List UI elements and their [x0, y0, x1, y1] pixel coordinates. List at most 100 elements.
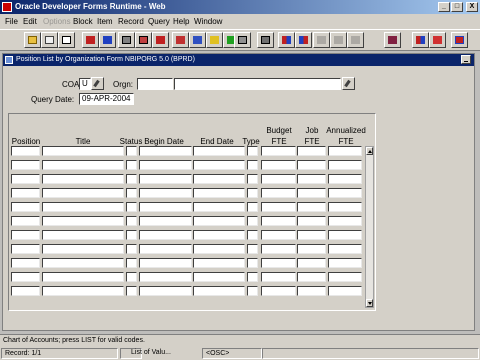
begin-date-cell[interactable]: [139, 286, 192, 296]
position-cell[interactable]: [11, 146, 40, 156]
title-cell[interactable]: [42, 216, 124, 226]
position-cell[interactable]: [11, 286, 40, 296]
annualized-fte-cell[interactable]: [328, 230, 362, 240]
menu-query[interactable]: Query: [148, 17, 170, 26]
type-cell[interactable]: [247, 272, 258, 282]
type-cell[interactable]: [247, 230, 258, 240]
annualized-fte-cell[interactable]: [328, 258, 362, 268]
query-date-field[interactable]: 09-APR-2004: [79, 93, 134, 105]
job-fte-cell[interactable]: [297, 286, 326, 296]
end-date-cell[interactable]: [193, 230, 245, 240]
title-cell[interactable]: [42, 230, 124, 240]
job-fte-cell[interactable]: [297, 230, 326, 240]
title-cell[interactable]: [42, 146, 124, 156]
enter-query-button[interactable]: [135, 32, 152, 48]
end-date-cell[interactable]: [193, 258, 245, 268]
menu-record[interactable]: Record: [118, 17, 144, 26]
type-cell[interactable]: [247, 202, 258, 212]
job-fte-cell[interactable]: [297, 244, 326, 254]
position-cell[interactable]: [11, 216, 40, 226]
menu-item[interactable]: Item: [97, 17, 113, 26]
insert-record-button[interactable]: [172, 32, 189, 48]
annualized-fte-cell[interactable]: [328, 216, 362, 226]
position-cell[interactable]: [11, 244, 40, 254]
end-date-cell[interactable]: [193, 174, 245, 184]
next-block-button[interactable]: [295, 32, 312, 48]
status-cell[interactable]: [126, 286, 137, 296]
begin-date-cell[interactable]: [139, 216, 192, 226]
options-button[interactable]: [429, 32, 446, 48]
status-cell[interactable]: [126, 160, 137, 170]
title-cell[interactable]: [42, 244, 124, 254]
position-cell[interactable]: [11, 230, 40, 240]
budget-fte-cell[interactable]: [261, 272, 296, 282]
lock-record-button[interactable]: [206, 32, 223, 48]
copy-button[interactable]: [99, 32, 116, 48]
annualized-fte-cell[interactable]: [328, 174, 362, 184]
job-fte-cell[interactable]: [297, 202, 326, 212]
type-cell[interactable]: [247, 258, 258, 268]
print-button[interactable]: [41, 32, 58, 48]
type-cell[interactable]: [247, 216, 258, 226]
menu-block[interactable]: Block: [73, 17, 93, 26]
remove-record-button[interactable]: [189, 32, 206, 48]
prev-block-button[interactable]: [278, 32, 295, 48]
vertical-scrollbar[interactable]: [365, 146, 374, 308]
budget-fte-cell[interactable]: [261, 258, 296, 268]
job-fte-cell[interactable]: [297, 160, 326, 170]
execute-query-button[interactable]: [152, 32, 169, 48]
budget-fte-cell[interactable]: [261, 174, 296, 184]
type-cell[interactable]: [247, 286, 258, 296]
paste-button[interactable]: [118, 32, 135, 48]
end-date-cell[interactable]: [193, 146, 245, 156]
begin-date-cell[interactable]: [139, 160, 192, 170]
status-cell[interactable]: [126, 244, 137, 254]
save-button[interactable]: [24, 32, 41, 48]
job-fte-cell[interactable]: [297, 272, 326, 282]
budget-fte-cell[interactable]: [261, 146, 296, 156]
status-cell[interactable]: [126, 174, 137, 184]
budget-fte-cell[interactable]: [261, 202, 296, 212]
begin-date-cell[interactable]: [139, 244, 192, 254]
job-fte-cell[interactable]: [297, 188, 326, 198]
menu-options[interactable]: Options: [43, 17, 71, 26]
position-cell[interactable]: [11, 188, 40, 198]
minimize-button[interactable]: _: [438, 2, 450, 12]
job-fte-cell[interactable]: [297, 216, 326, 226]
close-button[interactable]: X: [466, 2, 478, 12]
next-record-button[interactable]: [330, 32, 347, 48]
title-cell[interactable]: [42, 174, 124, 184]
budget-fte-cell[interactable]: [261, 188, 296, 198]
status-cell[interactable]: [126, 258, 137, 268]
exit-button[interactable]: [58, 32, 75, 48]
end-date-cell[interactable]: [193, 272, 245, 282]
title-cell[interactable]: [42, 286, 124, 296]
form-minimize-button[interactable]: [461, 55, 471, 64]
position-cell[interactable]: [11, 202, 40, 212]
annualized-fte-cell[interactable]: [328, 202, 362, 212]
job-fte-cell[interactable]: [297, 146, 326, 156]
end-date-cell[interactable]: [193, 160, 245, 170]
annualized-fte-cell[interactable]: [328, 286, 362, 296]
annualized-fte-cell[interactable]: [328, 272, 362, 282]
end-date-cell[interactable]: [193, 216, 245, 226]
status-cell[interactable]: [126, 146, 137, 156]
begin-date-cell[interactable]: [139, 272, 192, 282]
title-cell[interactable]: [42, 188, 124, 198]
title-cell[interactable]: [42, 272, 124, 282]
position-cell[interactable]: [11, 174, 40, 184]
scroll-down-arrow-icon[interactable]: [366, 299, 373, 307]
list-of-values-button[interactable]: [234, 32, 251, 48]
end-date-cell[interactable]: [193, 244, 245, 254]
budget-fte-cell[interactable]: [261, 216, 296, 226]
title-cell[interactable]: [42, 160, 124, 170]
end-date-cell[interactable]: [193, 188, 245, 198]
begin-date-cell[interactable]: [139, 188, 192, 198]
end-date-cell[interactable]: [193, 286, 245, 296]
orgn-lov-button[interactable]: [342, 77, 355, 90]
job-fte-cell[interactable]: [297, 174, 326, 184]
job-fte-cell[interactable]: [297, 258, 326, 268]
budget-fte-cell[interactable]: [261, 244, 296, 254]
status-cell[interactable]: [126, 272, 137, 282]
menu-file[interactable]: File: [5, 17, 18, 26]
